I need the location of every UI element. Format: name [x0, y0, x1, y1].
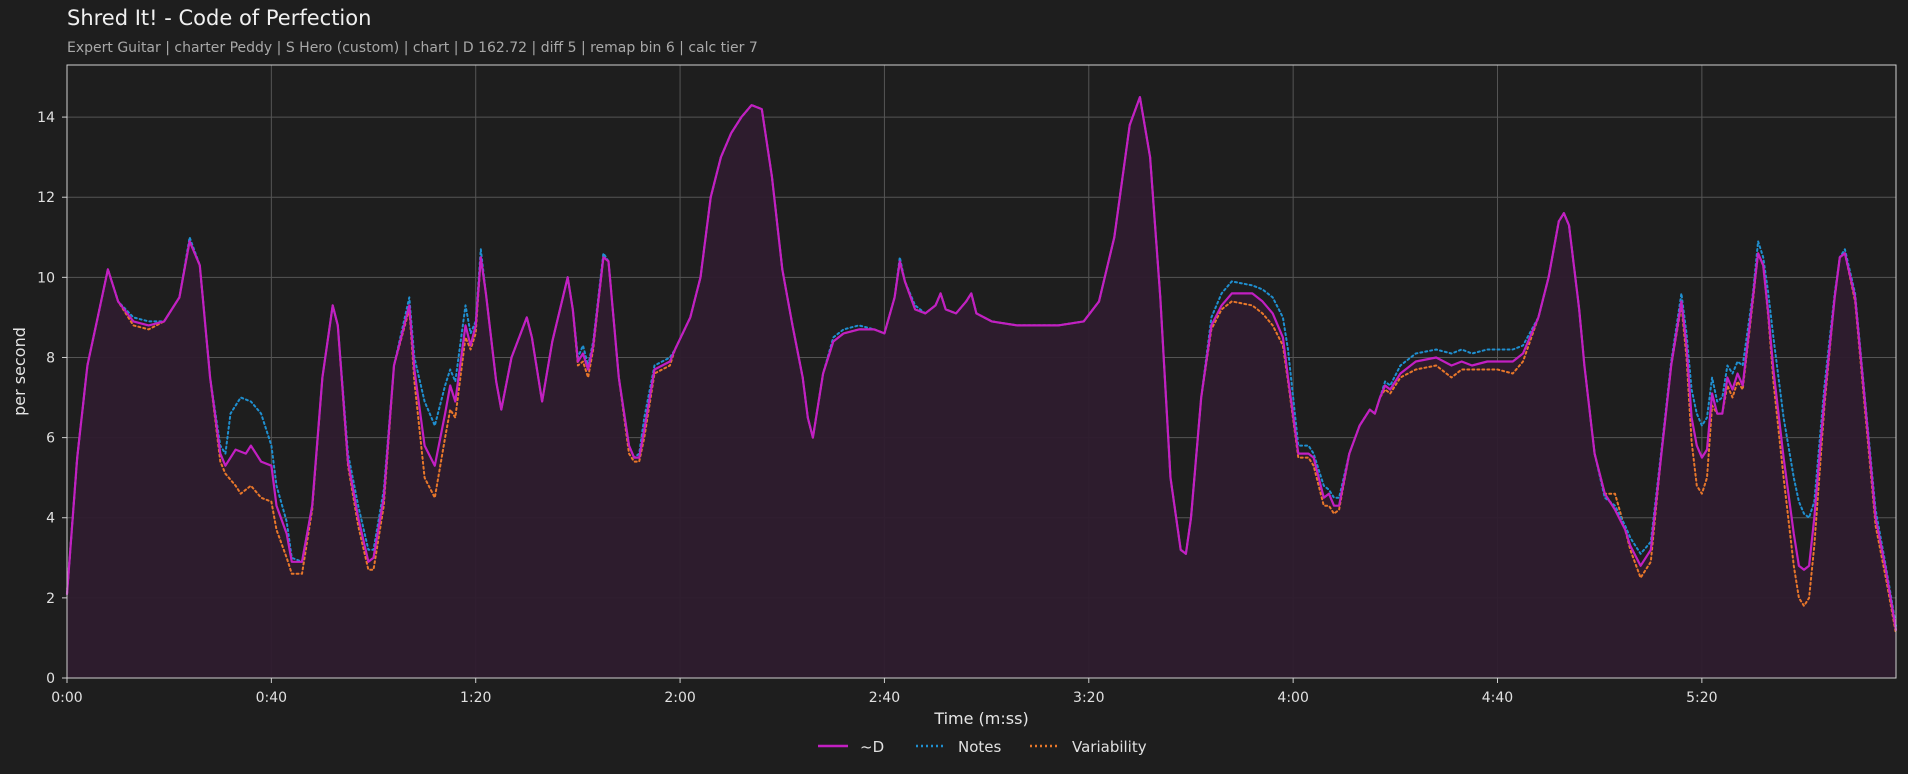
y-tick-label: 2 — [46, 591, 55, 607]
x-tick-label: 5:20 — [1686, 690, 1717, 706]
x-tick-label: 4:00 — [1277, 690, 1308, 706]
d-area-fill — [67, 97, 1896, 679]
y-tick-label: 4 — [46, 511, 55, 527]
y-tick-label: 10 — [37, 270, 55, 286]
x-tick-label: 2:00 — [664, 690, 695, 706]
x-tick-label: 1:20 — [460, 690, 491, 706]
x-tick-label: 0:40 — [256, 690, 287, 706]
x-axis-ticks: 0:00 0:40 1:20 2:00 2:40 3:20 4:00 4:40 5:20 — [51, 678, 1718, 706]
area-fill — [67, 97, 1896, 679]
y-tick-label: 8 — [46, 350, 55, 366]
y-axis-label: per second — [10, 327, 29, 416]
legend: ~D Notes Variability — [818, 738, 1147, 756]
x-tick-label: 4:40 — [1482, 690, 1513, 706]
x-tick-label: 3:20 — [1073, 690, 1104, 706]
legend-label-d: ~D — [860, 738, 884, 756]
legend-label-notes: Notes — [958, 738, 1002, 756]
y-tick-label: 6 — [46, 431, 55, 447]
legend-label-variability: Variability — [1072, 738, 1147, 756]
y-tick-label: 14 — [37, 110, 55, 126]
y-tick-label: 0 — [46, 671, 55, 687]
x-tick-label: 0:00 — [51, 690, 82, 706]
difficulty-chart: 0:00 0:40 1:20 2:00 2:40 3:20 4:00 4:40 5:20 0 2 4… — [10, 64, 1898, 756]
x-axis-label: Time (m:ss) — [933, 709, 1028, 728]
x-tick-label: 2:40 — [869, 690, 900, 706]
y-tick-label: 12 — [37, 190, 55, 206]
y-axis-ticks: 0 2 4 6 8 10 12 14 — [37, 110, 67, 687]
